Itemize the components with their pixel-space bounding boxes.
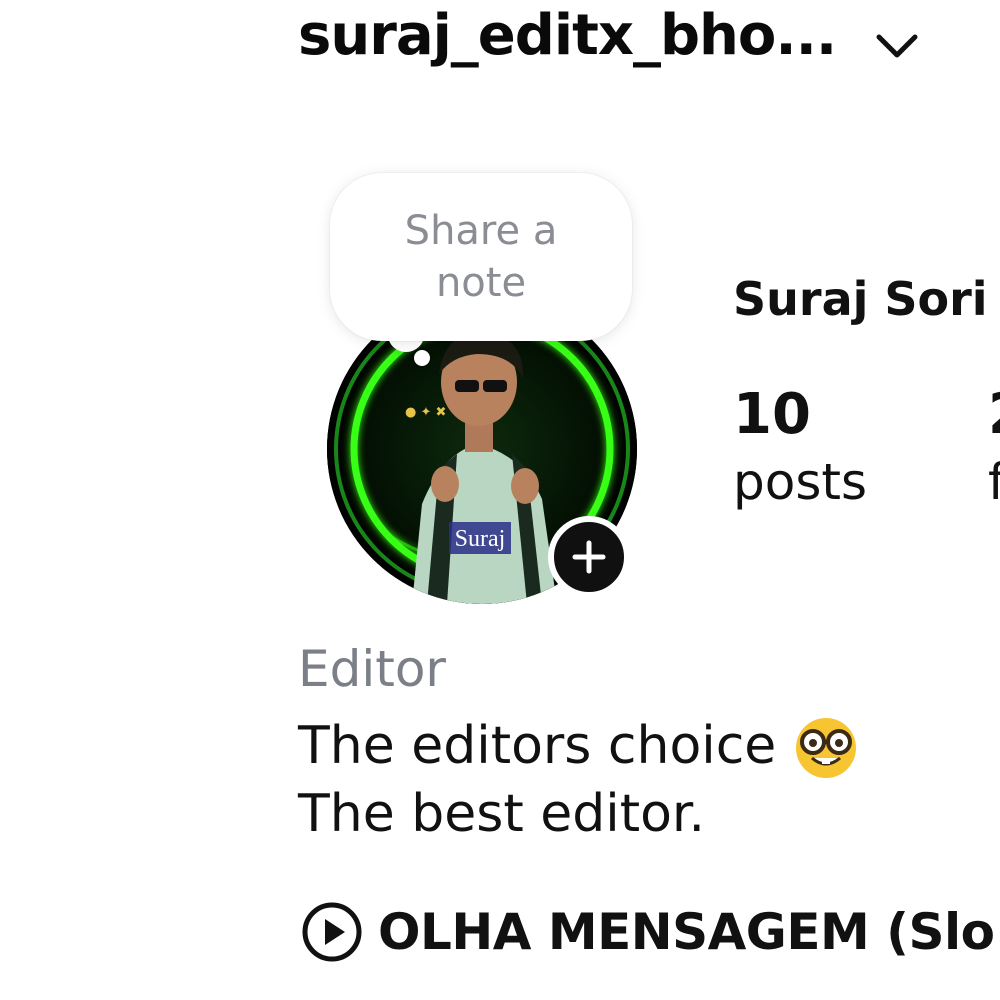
add-story-button[interactable] (548, 516, 630, 598)
account-switcher[interactable]: suraj_editx_bho... (298, 0, 920, 70)
display-name: Suraj Sori (733, 272, 988, 326)
stat-value: 2 (988, 380, 1000, 450)
profile-page: suraj_editx_bho... Share a note Suraj ● … (0, 0, 1000, 1000)
stat-label: f (988, 453, 1000, 511)
username: suraj_editx_bho... (298, 2, 837, 68)
bio-line-text: The editors choice (298, 716, 777, 776)
profile-category: Editor (298, 640, 446, 698)
profile-bio: The editors choice The best editor. (298, 712, 860, 848)
share-note-bubble[interactable]: Share a note (330, 173, 632, 341)
stat-followers[interactable]: 2 f (988, 380, 1000, 514)
avatar-overlay-text: Suraj (455, 526, 506, 552)
profile-music[interactable]: OLHA MENSAGEM (Slo (300, 900, 995, 964)
note-placeholder: Share a note (404, 208, 558, 306)
nerd-face-icon (796, 718, 857, 778)
bio-line: The editors choice (298, 712, 860, 780)
plus-icon (572, 540, 606, 574)
stat-value: 10 (733, 382, 811, 447)
music-title: OLHA MENSAGEM (Slo (378, 903, 995, 961)
bio-line: The best editor. (298, 780, 860, 848)
stat-posts[interactable]: 10 posts (733, 380, 867, 514)
stat-label: posts (733, 453, 868, 511)
play-circle-icon (302, 902, 362, 962)
bio-line-text: The best editor. (298, 784, 706, 844)
note-bubble-dot (414, 350, 430, 366)
chevron-down-icon[interactable] (874, 31, 920, 61)
svg-text:● ✦ ✖: ● ✦ ✖ (405, 405, 446, 420)
